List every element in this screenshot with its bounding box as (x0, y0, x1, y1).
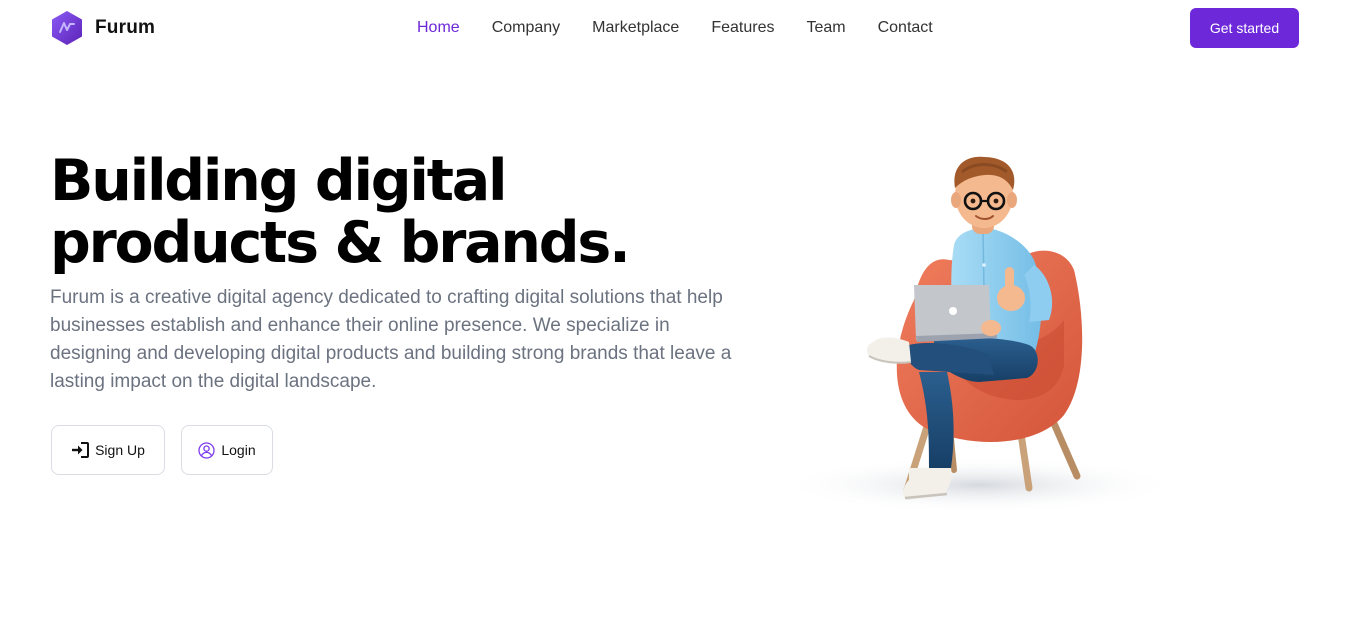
hexagon-bolt-icon (52, 11, 82, 45)
brand-name: Furum (95, 17, 156, 38)
landing-page: Furum Home Company Marketplace Features … (0, 0, 1348, 625)
hero-title-line-1: Building digital (50, 148, 508, 214)
main-nav: Home Company Marketplace Features Team C… (417, 19, 933, 37)
brand-logo-link[interactable]: Furum (50, 10, 155, 46)
nav-features[interactable]: Features (711, 19, 774, 36)
sign-in-icon (72, 442, 90, 458)
login-button[interactable]: Login (181, 425, 273, 475)
login-label: Login (221, 442, 256, 458)
hero-title-line-2: products & brands. (50, 210, 631, 276)
man-in-armchair-with-laptop-illustration (779, 156, 1179, 510)
nav-home[interactable]: Home (417, 19, 460, 36)
user-circle-icon (198, 441, 216, 459)
nav-company[interactable]: Company (492, 19, 560, 36)
nav-contact[interactable]: Contact (878, 19, 933, 36)
get-started-button[interactable]: Get started (1190, 8, 1299, 48)
sign-up-label: Sign Up (95, 442, 145, 458)
nav-marketplace[interactable]: Marketplace (592, 19, 679, 36)
sign-up-button[interactable]: Sign Up (51, 425, 165, 475)
nav-team[interactable]: Team (806, 19, 845, 36)
hero-title: Building digital products & brands. (50, 150, 710, 274)
hero-description: Furum is a creative digital agency dedic… (50, 287, 732, 392)
